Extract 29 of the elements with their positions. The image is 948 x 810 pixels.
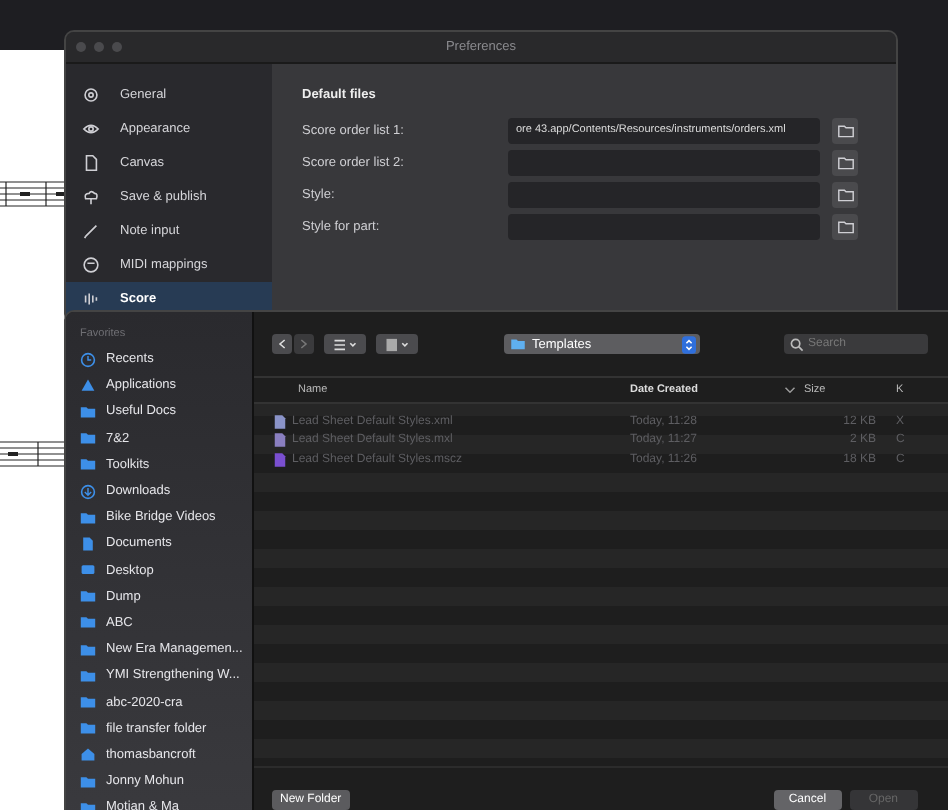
- clock-icon: [80, 351, 96, 368]
- list-caret-icon: [332, 337, 358, 351]
- folder-icon: [837, 187, 853, 201]
- pencil-icon: [82, 222, 100, 240]
- up-down-arrows-icon: [682, 335, 696, 353]
- chevron-down-icon: [784, 386, 796, 394]
- download-icon: [80, 483, 96, 500]
- eye-icon: [82, 120, 100, 138]
- chevron-left-icon: [278, 338, 286, 350]
- doc-icon: [82, 154, 100, 172]
- chevron-right-icon: [300, 338, 308, 350]
- dial-icon: [82, 256, 100, 274]
- gear-icon: [82, 86, 100, 104]
- folder-icon: [837, 219, 853, 233]
- folder-icon: [837, 123, 853, 137]
- grid-caret-icon: [384, 337, 410, 351]
- browse-button[interactable]: [832, 213, 858, 239]
- cloud-icon: [82, 188, 100, 206]
- desktop-icon: [80, 562, 96, 579]
- browse-button[interactable]: [832, 149, 858, 175]
- folder-icon: [837, 155, 853, 169]
- score-icon: [82, 290, 100, 308]
- browse-button[interactable]: [832, 181, 858, 207]
- search-icon: [790, 337, 804, 351]
- list-view-button[interactable]: [324, 334, 366, 354]
- folder-icon: [510, 338, 526, 350]
- group-button[interactable]: [376, 334, 418, 354]
- back-button[interactable]: [272, 334, 292, 354]
- browse-button[interactable]: [832, 117, 858, 143]
